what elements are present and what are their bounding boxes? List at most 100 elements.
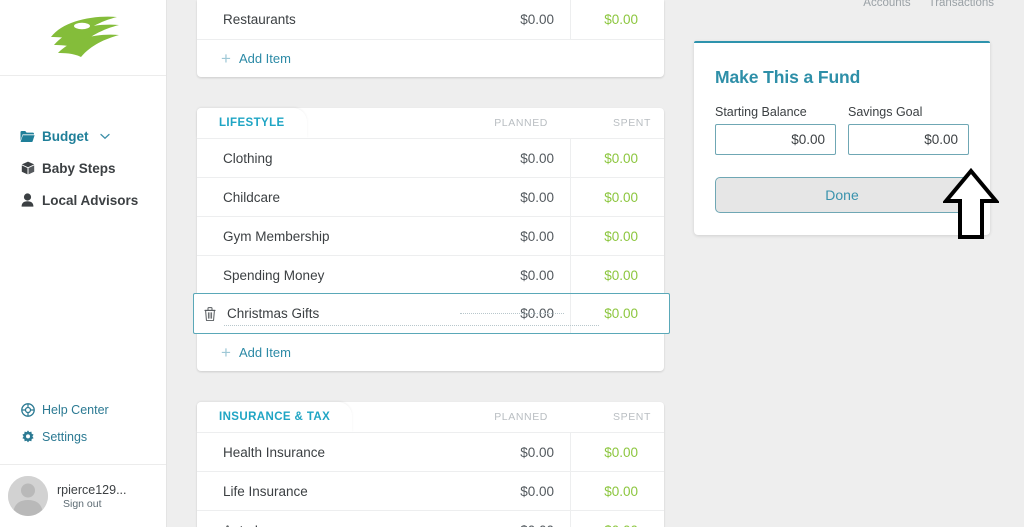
row-name: Clothing <box>223 150 273 166</box>
row-spent: $0.00 <box>570 294 664 333</box>
row-planned[interactable]: $0.00 <box>450 523 570 527</box>
person-icon <box>20 193 35 208</box>
row-name: Life Insurance <box>223 483 308 499</box>
row-spent: $0.00 <box>570 177 664 217</box>
savings-goal-input[interactable] <box>848 124 969 155</box>
card-gap <box>197 371 664 402</box>
row-spent: $0.00 <box>570 138 664 178</box>
column-header-spent: SPENT <box>612 411 651 423</box>
app-root: Budget Baby Steps Local Advisors Help Ce… <box>0 0 1024 527</box>
group-tab: LIFESTYLE <box>197 108 307 138</box>
savings-goal-field: Savings Goal <box>848 105 969 155</box>
row-planned[interactable]: $0.00 <box>450 12 570 27</box>
row-spent: $0.00 <box>570 510 664 527</box>
fund-panel-column: Make This a Fund Starting Balance Saving… <box>664 0 1024 527</box>
gear-icon <box>20 429 35 444</box>
user-name: rpierce129... <box>57 482 127 497</box>
everydollar-logo <box>51 16 119 57</box>
table-row[interactable]: Clothing $0.00 $0.00 <box>197 138 664 178</box>
row-spent: $0.00 <box>570 216 664 256</box>
add-item-label: Add Item <box>238 345 291 360</box>
table-row[interactable]: Auto Insurance $0.00 $0.00 <box>197 510 664 527</box>
sidebar-item-label: Baby Steps <box>42 160 116 176</box>
main-content: Accounts Transactions Restaurants $0.00 … <box>167 0 1024 527</box>
fund-panel-title: Make This a Fund <box>715 67 861 87</box>
savings-goal-label: Savings Goal <box>848 105 923 119</box>
row-spent: $0.00 <box>570 0 664 39</box>
table-row[interactable]: Spending Money $0.00 $0.00 <box>197 255 664 295</box>
table-row-selected[interactable]: Christmas Gifts $0.00 $0.00 <box>193 293 670 334</box>
table-row[interactable]: Life Insurance $0.00 $0.00 <box>197 471 664 511</box>
group-header: INSURANCE & TAX PLANNED SPENT <box>197 402 664 432</box>
row-name: Restaurants <box>223 12 296 27</box>
row-planned-input[interactable]: $0.00 <box>450 306 570 321</box>
sidebar: Budget Baby Steps Local Advisors Help Ce… <box>0 0 167 527</box>
row-planned[interactable]: $0.00 <box>450 151 570 166</box>
fund-fields: Starting Balance Savings Goal <box>715 105 969 155</box>
sidebar-item-label: Local Advisors <box>42 192 139 208</box>
add-item-button[interactable]: + Add Item <box>197 333 664 371</box>
user-meta: rpierce129... Sign out <box>57 483 126 510</box>
row-planned[interactable]: $0.00 <box>450 484 570 499</box>
row-planned[interactable]: $0.00 <box>450 268 570 283</box>
budget-group-card-lifestyle: LIFESTYLE PLANNED SPENT Clothing $0.00 $… <box>193 108 670 371</box>
sidebar-item-label: Budget <box>42 128 89 144</box>
row-name: Childcare <box>223 189 281 205</box>
group-header: LIFESTYLE PLANNED SPENT <box>197 108 664 138</box>
row-name: Gym Membership <box>223 228 330 244</box>
done-button[interactable]: Done <box>715 177 969 213</box>
budget-group-card-insurance-tax: INSURANCE & TAX PLANNED SPENT Health Ins… <box>197 402 664 527</box>
group-title: LIFESTYLE <box>219 117 285 129</box>
row-spent: $0.00 <box>570 255 664 295</box>
avatar-placeholder-icon <box>8 476 48 516</box>
table-row[interactable]: Health Insurance $0.00 $0.00 <box>197 432 664 472</box>
row-name: Spending Money <box>223 267 325 283</box>
column-header-planned: PLANNED <box>494 117 548 129</box>
card-gap <box>197 77 664 108</box>
sidebar-bottom-label: Help Center <box>42 402 109 417</box>
row-planned[interactable]: $0.00 <box>450 190 570 205</box>
sidebar-item-help-center[interactable]: Help Center <box>0 396 166 423</box>
plus-icon: + <box>221 49 231 68</box>
avatar <box>8 476 48 516</box>
content-columns: Restaurants $0.00 $0.00 + Add Item LIFES… <box>167 0 1024 527</box>
life-ring-icon <box>20 402 35 417</box>
budget-column: Restaurants $0.00 $0.00 + Add Item LIFES… <box>193 0 670 527</box>
add-item-button[interactable]: + Add Item <box>197 39 664 77</box>
make-this-a-fund-panel: Make This a Fund Starting Balance Saving… <box>694 41 990 235</box>
sidebar-item-settings[interactable]: Settings <box>0 423 166 450</box>
table-row[interactable]: Childcare $0.00 $0.00 <box>197 177 664 217</box>
cube-icon <box>20 161 35 176</box>
sidebar-bottom-links: Help Center Settings <box>0 396 166 464</box>
folder-icon <box>20 129 35 144</box>
add-item-label: Add Item <box>238 51 291 66</box>
plus-icon: + <box>221 343 231 362</box>
starting-balance-field: Starting Balance <box>715 105 836 155</box>
topbar-links: Accounts Transactions <box>664 0 1024 14</box>
user-row[interactable]: rpierce129... Sign out <box>0 464 166 527</box>
sign-out-link[interactable]: Sign out <box>57 498 126 510</box>
planned-field-underline <box>460 313 564 314</box>
row-planned[interactable]: $0.00 <box>450 445 570 460</box>
table-row[interactable]: Gym Membership $0.00 $0.00 <box>197 216 664 256</box>
budget-group-card: Restaurants $0.00 $0.00 + Add Item <box>197 0 664 77</box>
topbar-link-transactions[interactable]: Transactions <box>929 0 994 9</box>
row-name: Health Insurance <box>223 444 326 460</box>
sidebar-item-baby-steps[interactable]: Baby Steps <box>0 152 166 184</box>
row-spent: $0.00 <box>570 471 664 511</box>
chevron-down-icon[interactable] <box>99 133 110 140</box>
starting-balance-input[interactable] <box>715 124 836 155</box>
name-field-underline <box>224 325 599 326</box>
sidebar-item-budget[interactable]: Budget <box>0 120 166 152</box>
row-name-input[interactable]: Christmas Gifts <box>197 306 450 321</box>
table-row[interactable]: Restaurants $0.00 $0.00 <box>197 0 664 39</box>
column-header-spent: SPENT <box>612 117 651 129</box>
group-title: INSURANCE & TAX <box>219 411 331 423</box>
topbar-link-accounts[interactable]: Accounts <box>863 0 910 9</box>
sidebar-item-local-advisors[interactable]: Local Advisors <box>0 184 166 216</box>
row-spent: $0.00 <box>570 432 664 472</box>
row-planned[interactable]: $0.00 <box>450 229 570 244</box>
logo-container[interactable] <box>0 0 166 76</box>
starting-balance-label: Starting Balance <box>715 105 807 119</box>
